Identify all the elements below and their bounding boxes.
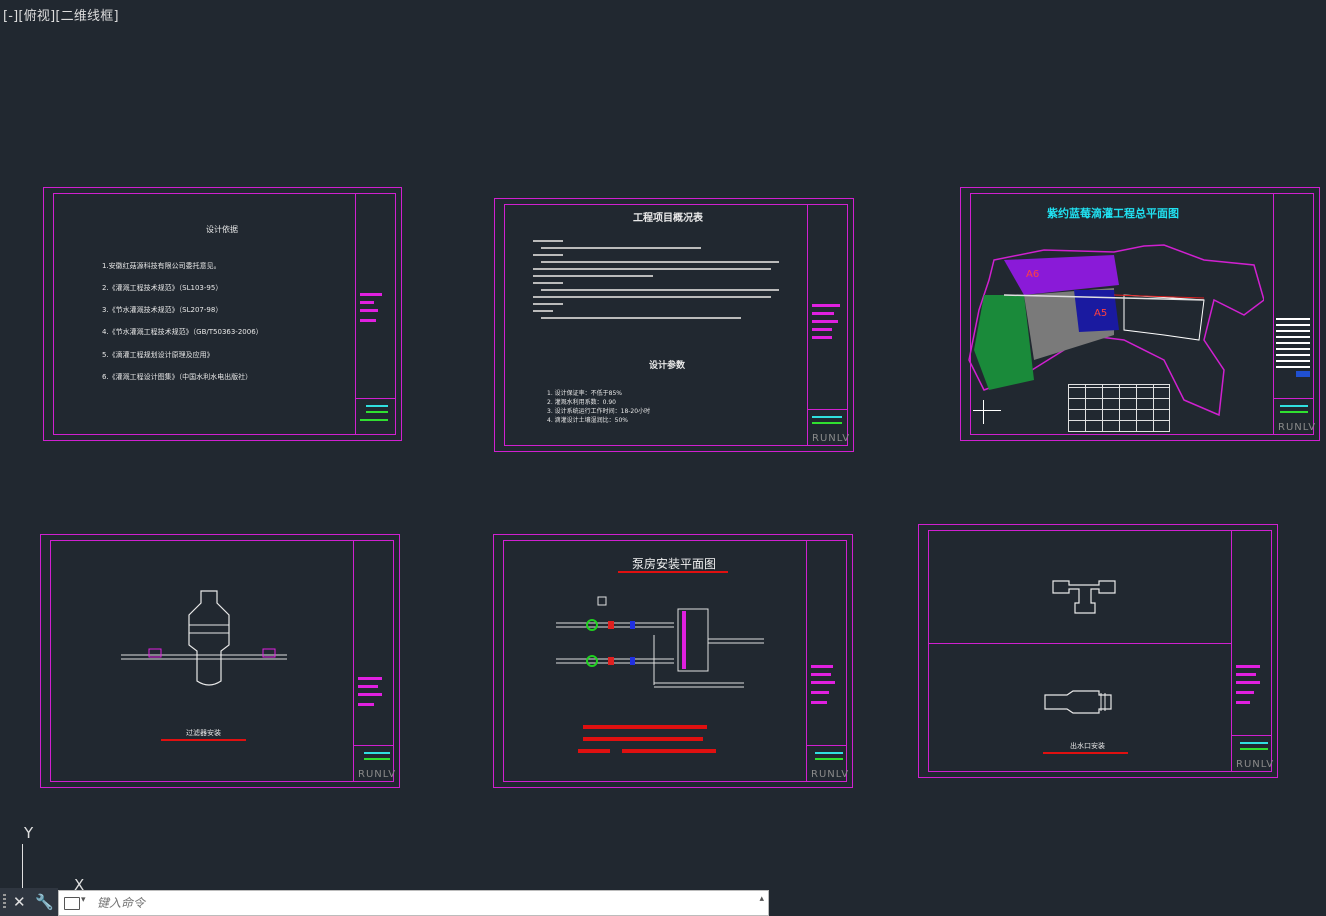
grip-handle[interactable] [3,894,6,910]
title-block: RUNLV [1231,530,1275,772]
list-item: 1.安徽红菇源科技有限公司委托意见。 [102,262,221,270]
zone-label: A6 [1026,269,1039,280]
list-item: 2. 灌溉水利用系数：0.90 [547,399,616,406]
title-block: RUNLV [807,204,851,446]
viewport-label[interactable]: [-][俯视][二维线框] [3,5,119,24]
wrench-icon[interactable]: 🔧 [35,892,54,912]
stamp-label: RUNLV [812,433,851,444]
title-block: RUNLV [353,540,397,782]
sheet-project-overview[interactable]: RUNLV 工程项目概况表 设计参数 1. 设计保证率：不低于85% 2. 灌溉… [494,198,854,452]
sheet-design-basis[interactable]: 设计依据 1.安徽红菇源科技有限公司委托意见。 2.《灌溉工程技术规范》（SL1… [43,187,402,441]
command-input[interactable] [95,893,739,913]
stamp-label: RUNLV [811,769,850,780]
drawing-caption: 过滤器安装 [186,729,221,737]
terminal-icon[interactable] [64,897,80,910]
chevron-up-icon[interactable]: ▴ [759,894,764,904]
sheet-subtitle: 设计参数 [649,361,686,371]
legend-bar [578,749,610,753]
list-item: 6.《灌溉工程设计图集》（中国水利水电出版社） [102,373,253,381]
legend-bar [622,749,716,753]
legend-bar [583,725,707,729]
close-icon[interactable]: ✕ [13,892,26,912]
legend-table [1068,384,1170,432]
ucs-icon: Y X [18,824,98,894]
filter-drawing [121,590,287,686]
section-divider [929,643,1231,644]
sheet-title: 工程项目概况表 [633,213,703,224]
stamp-label: RUNLV [358,769,397,780]
list-item: 4.《节水灌溉工程技术规范》（GB/T50363-2006） [102,328,263,336]
list-item: 4. 滴灌设计土壤湿润比：50% [547,417,628,424]
ucs-y-label: Y [24,824,34,842]
title-block: RUNLV [806,540,850,782]
sheet-site-plan[interactable]: RUNLV 紫约蓝莓滴灌工程总平面图 A6 A5 [960,187,1320,441]
zone-label: A5 [1094,308,1107,319]
chevron-down-icon[interactable]: ▾ [81,895,86,905]
title-block: RUNLV [1273,193,1317,435]
sheet-title: 紫约蓝莓滴灌工程总平面图 [1047,207,1179,220]
list-item: 2.《灌溉工程技术规范》（SL103-95） [102,284,223,292]
outlet-drawing-top [1052,580,1116,614]
sheet-outlet-detail[interactable]: RUNLV 出水口安装 [918,524,1278,778]
list-item: 5.《滴灌工程规划设计原理及应用》 [102,351,214,359]
sheet-inner-frame [928,530,1272,772]
stamp-label: RUNLV [1236,759,1275,770]
pump-layout-drawing [556,596,764,688]
drawing-caption: 出水口安装 [1070,742,1105,750]
sheet-filter-detail[interactable]: RUNLV 过滤器安装 [40,534,400,788]
command-line[interactable]: ▾ ▴ [58,890,769,916]
sheet-title: 泵房安装平面图 [632,557,717,571]
title-block [355,193,396,435]
legend-bar [583,737,703,741]
title-underline [618,571,728,573]
stamp-label: RUNLV [1278,422,1317,433]
list-item: 1. 设计保证率：不低于85% [547,390,622,397]
compass-icon [973,410,1001,411]
text-block [533,237,783,322]
list-item: 3.《节水灌溉技术规范》（SL207-98） [102,306,223,314]
caption-underline [161,739,246,741]
list-item: 3. 设计系统运行工作时间：18-20小时 [547,408,651,415]
command-toolbar: ✕ 🔧 [0,888,58,916]
outlet-drawing-side [1044,690,1112,714]
sheet-title: 设计依据 [206,225,238,234]
caption-underline [1043,752,1128,754]
sheet-pump-house[interactable]: RUNLV 泵房安装平面图 [493,534,853,788]
compass-icon-v [983,400,984,424]
